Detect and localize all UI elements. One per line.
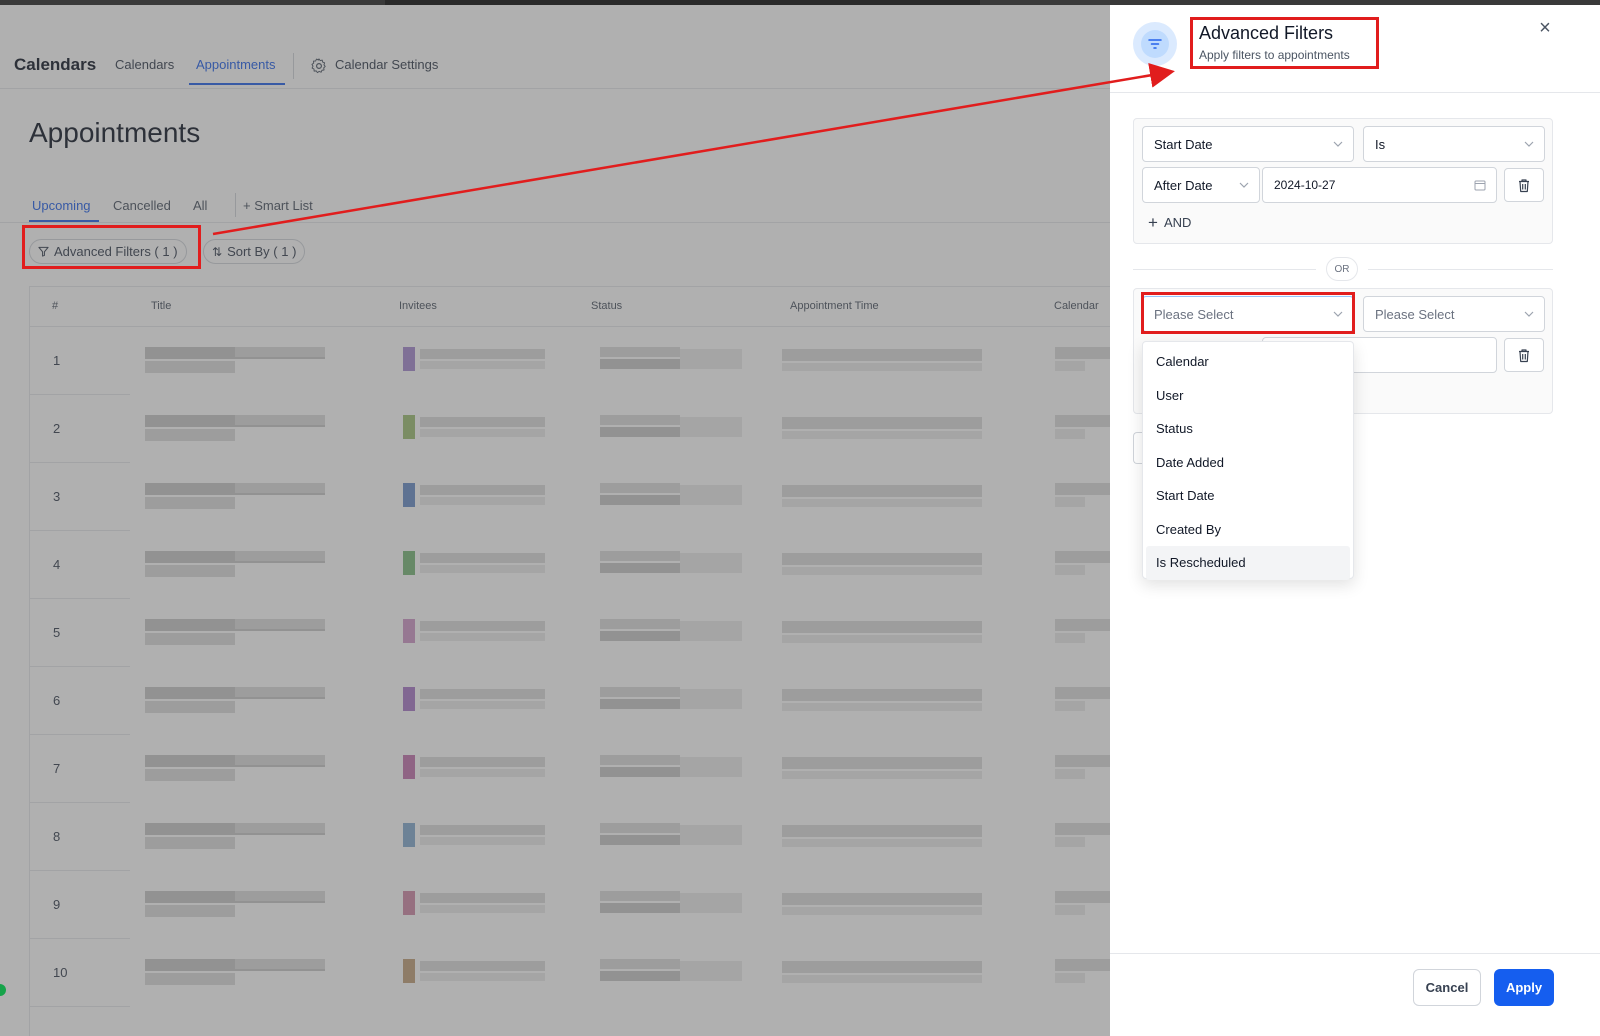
filter-lines-icon xyxy=(1148,39,1162,49)
date-input[interactable]: 2024-10-27 xyxy=(1262,167,1497,203)
chevron-down-icon xyxy=(1524,311,1534,317)
or-divider-right xyxy=(1368,269,1553,270)
cancel-button[interactable]: Cancel xyxy=(1413,969,1481,1006)
chevron-down-icon xyxy=(1333,141,1343,147)
condition-select[interactable]: After Date xyxy=(1142,167,1260,203)
or-badge: OR xyxy=(1326,257,1358,281)
delete-condition-button[interactable] xyxy=(1504,168,1544,202)
or-divider-left xyxy=(1133,269,1316,270)
advanced-filters-drawer: Advanced Filters Apply filters to appoin… xyxy=(1110,5,1600,1036)
field-dropdown-menu: Calendar User Status Date Added Start Da… xyxy=(1142,341,1354,580)
calendar-icon[interactable] xyxy=(1474,179,1486,191)
filter-badge xyxy=(1133,22,1177,66)
operator-select-placeholder: Please Select xyxy=(1375,306,1455,322)
chevron-down-icon xyxy=(1524,141,1534,147)
dropdown-option-user[interactable]: User xyxy=(1146,379,1350,413)
operator-select[interactable]: Is xyxy=(1363,126,1545,162)
dropdown-option-date-added[interactable]: Date Added xyxy=(1146,446,1350,480)
annotation-box-field-select xyxy=(1141,292,1355,334)
chevron-down-icon xyxy=(1239,182,1249,188)
operator-select-empty[interactable]: Please Select xyxy=(1363,296,1545,332)
dropdown-option-calendar[interactable]: Calendar xyxy=(1146,345,1350,379)
dropdown-option-is-rescheduled[interactable]: Is Rescheduled xyxy=(1146,546,1350,580)
filter-group-1: Start Date Is After Date 2024-10-27 + AN… xyxy=(1133,118,1553,244)
dropdown-option-start-date[interactable]: Start Date xyxy=(1146,479,1350,513)
field-select-value: Start Date xyxy=(1154,136,1213,152)
modal-backdrop[interactable] xyxy=(0,5,1110,1036)
condition-select-value: After Date xyxy=(1154,177,1213,193)
trash-icon xyxy=(1519,178,1529,192)
and-label: AND xyxy=(1163,215,1192,230)
operator-select-value: Is xyxy=(1375,136,1386,152)
field-select[interactable]: Start Date xyxy=(1142,126,1354,162)
drawer-footer: Cancel Apply xyxy=(1110,953,1600,1036)
delete-condition-button-2[interactable] xyxy=(1504,338,1544,372)
plus-icon: + xyxy=(1148,212,1158,232)
dropdown-option-created-by[interactable]: Created By xyxy=(1146,513,1350,547)
annotation-box-filters-button xyxy=(22,225,201,269)
close-icon[interactable]: × xyxy=(1534,17,1556,39)
dropdown-option-status[interactable]: Status xyxy=(1146,412,1350,446)
add-and-condition-button[interactable]: + AND xyxy=(1148,212,1192,232)
apply-button[interactable]: Apply xyxy=(1494,969,1554,1006)
trash-icon xyxy=(1519,348,1529,362)
annotation-box-drawer-title xyxy=(1190,17,1379,69)
date-input-value: 2024-10-27 xyxy=(1274,178,1336,192)
